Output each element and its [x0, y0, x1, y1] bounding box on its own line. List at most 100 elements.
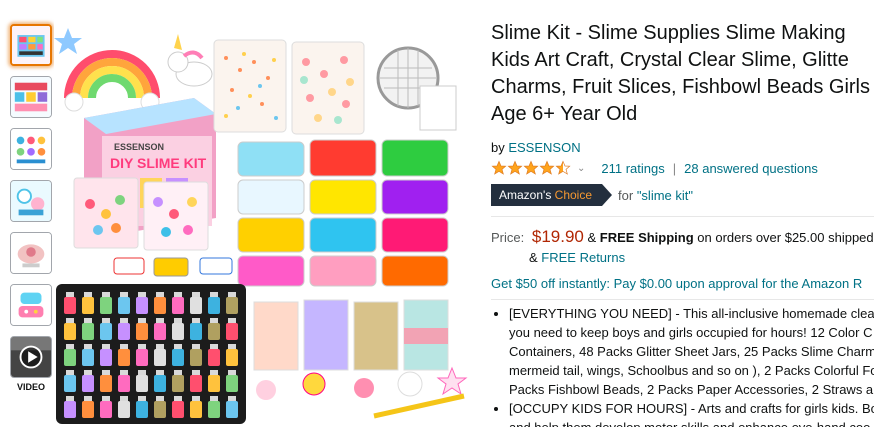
star-rating[interactable]	[491, 160, 571, 176]
title-line-2: Kids Art Craft, Crystal Clear Slime, Gli…	[491, 49, 849, 71]
thumbnail-4[interactable]	[10, 180, 52, 222]
star-full-icon	[491, 160, 507, 175]
thumbnail-2[interactable]	[10, 76, 52, 118]
glitter-jar-cap	[66, 344, 74, 349]
glitter-jar-cap	[102, 370, 110, 375]
glitter-jar	[226, 349, 238, 366]
glitter-jar	[190, 323, 202, 340]
glitter-jar	[190, 375, 202, 392]
glitter-jar-cap	[192, 370, 200, 375]
glitter-jar-cap	[174, 344, 182, 349]
glitter-jar	[82, 401, 94, 418]
glitter-jar-cap	[156, 344, 164, 349]
thumbnail-5[interactable]	[10, 232, 52, 274]
glitter-jar	[100, 375, 112, 392]
glitter-jar	[118, 375, 130, 392]
bullet-line: [EVERYTHING YOU NEED] - This all-inclusi…	[509, 306, 874, 321]
glitter-jar	[118, 349, 130, 366]
thumbnail-3[interactable]	[10, 128, 52, 170]
badge-choice-text: Choice	[554, 188, 593, 202]
glitter-jar-cap	[102, 344, 110, 349]
glitter-jar-cap	[174, 396, 182, 401]
glitter-jar-cap	[210, 292, 218, 297]
product-title: Slime Kit - Slime Supplies Slime Making …	[491, 20, 874, 128]
feature-bullet: [OCCUPY KIDS FOR HOURS] - Arts and craft…	[509, 399, 874, 427]
glitter-jar-cap	[174, 370, 182, 375]
glitter-jar	[100, 349, 112, 366]
glitter-jar-cap	[138, 370, 146, 375]
choice-for-text: for	[618, 187, 637, 203]
star-full-icon	[523, 160, 539, 175]
glitter-jar-cap	[120, 318, 128, 323]
glitter-jar-cap	[84, 318, 92, 323]
glitter-jar	[136, 375, 148, 392]
promo-offer-link[interactable]: Get $50 off instantly: Pay $0.00 upon ap…	[491, 276, 874, 291]
glitter-jar-cap	[228, 292, 236, 297]
bullet-line: Containers, 48 Packs Glitter Sheet Jars,…	[509, 344, 874, 359]
glitter-jar-cap	[84, 292, 92, 297]
shipping-condition: on orders over $25.00 shipped	[693, 230, 874, 245]
glitter-jar	[118, 297, 130, 314]
glitter-jar	[64, 349, 76, 366]
glitter-jar	[172, 323, 184, 340]
rating-row: ⌄ 211 ratings | 28 answered questions	[491, 160, 874, 176]
glitter-jar	[208, 401, 220, 418]
price-block: Price: $19.90 & FREE Shipping on orders …	[491, 227, 874, 268]
free-shipping-link[interactable]: FREE Shipping	[600, 230, 694, 245]
bullet-line: and help them develop motor skills and e…	[509, 418, 874, 427]
glitter-jar	[226, 323, 238, 340]
glitter-jar-cap	[192, 396, 200, 401]
glitter-jar-cap	[228, 396, 236, 401]
glitter-jar	[118, 401, 130, 418]
answered-questions-link[interactable]: 28 answered questions	[684, 161, 818, 176]
thumbnail-video[interactable]	[10, 336, 52, 378]
glitter-jar-cap	[174, 318, 182, 323]
byline-prefix: by	[491, 140, 509, 155]
chevron-down-icon[interactable]: ⌄	[577, 163, 585, 174]
glitter-jar-cap	[120, 370, 128, 375]
glitter-jar	[64, 297, 76, 314]
main-product-image[interactable]: ESSENSON DIY SLIME KIT	[54, 18, 474, 427]
bullet-line: [OCCUPY KIDS FOR HOURS] - Arts and craft…	[509, 401, 874, 416]
glitter-jar-cap	[66, 318, 74, 323]
glitter-jar-cap	[228, 344, 236, 349]
glitter-jar-cap	[174, 292, 182, 297]
glitter-jar	[100, 297, 112, 314]
glitter-jar-cap	[84, 370, 92, 375]
glitter-jar	[208, 349, 220, 366]
title-line-1: Slime Kit - Slime Supplies Slime Making	[491, 22, 846, 44]
glitter-jar-cap	[138, 292, 146, 297]
glitter-jar-cap	[210, 370, 218, 375]
price-label: Price:	[491, 230, 525, 245]
thumbnail-strip: VIDEO	[10, 24, 54, 392]
amazons-choice-badge[interactable]: Amazon's Choice	[491, 184, 613, 206]
star-full-icon	[539, 160, 555, 175]
glitter-jar	[190, 401, 202, 418]
star-half-icon	[555, 160, 571, 175]
glitter-jar	[208, 375, 220, 392]
glitter-jar-cap	[84, 396, 92, 401]
glitter-jar	[64, 375, 76, 392]
glitter-jar-cap	[84, 344, 92, 349]
feature-bullet: [EVERYTHING YOU NEED] - This all-inclusi…	[509, 304, 874, 399]
glitter-jar-cap	[210, 396, 218, 401]
ratings-count-link[interactable]: 211 ratings	[601, 161, 664, 176]
thumbnail-6[interactable]	[10, 284, 52, 326]
bullet-line: mermeid tail, wings, Schoolbus and so on…	[509, 363, 874, 378]
glitter-jar-cap	[156, 318, 164, 323]
glitter-jar-cap	[102, 396, 110, 401]
box-title-text: DIY SLIME KIT	[110, 155, 207, 171]
glitter-jar	[136, 323, 148, 340]
glitter-jar-cap	[120, 396, 128, 401]
glitter-jar	[172, 375, 184, 392]
choice-keyword-link[interactable]: "slime kit"	[637, 188, 693, 203]
video-label: VIDEO	[16, 382, 45, 392]
bullet-line: you need to keep boys and girls occupied…	[509, 325, 873, 340]
badge-prefix: Amazon's	[499, 188, 555, 202]
choice-keyword: for "slime kit"	[618, 188, 693, 203]
free-returns-link[interactable]: FREE Returns	[541, 250, 625, 265]
thumbnail-1[interactable]	[10, 24, 52, 66]
glitter-jar	[154, 349, 166, 366]
brand-link[interactable]: ESSENSON	[508, 140, 580, 155]
product-info: Slime Kit - Slime Supplies Slime Making …	[491, 20, 874, 427]
